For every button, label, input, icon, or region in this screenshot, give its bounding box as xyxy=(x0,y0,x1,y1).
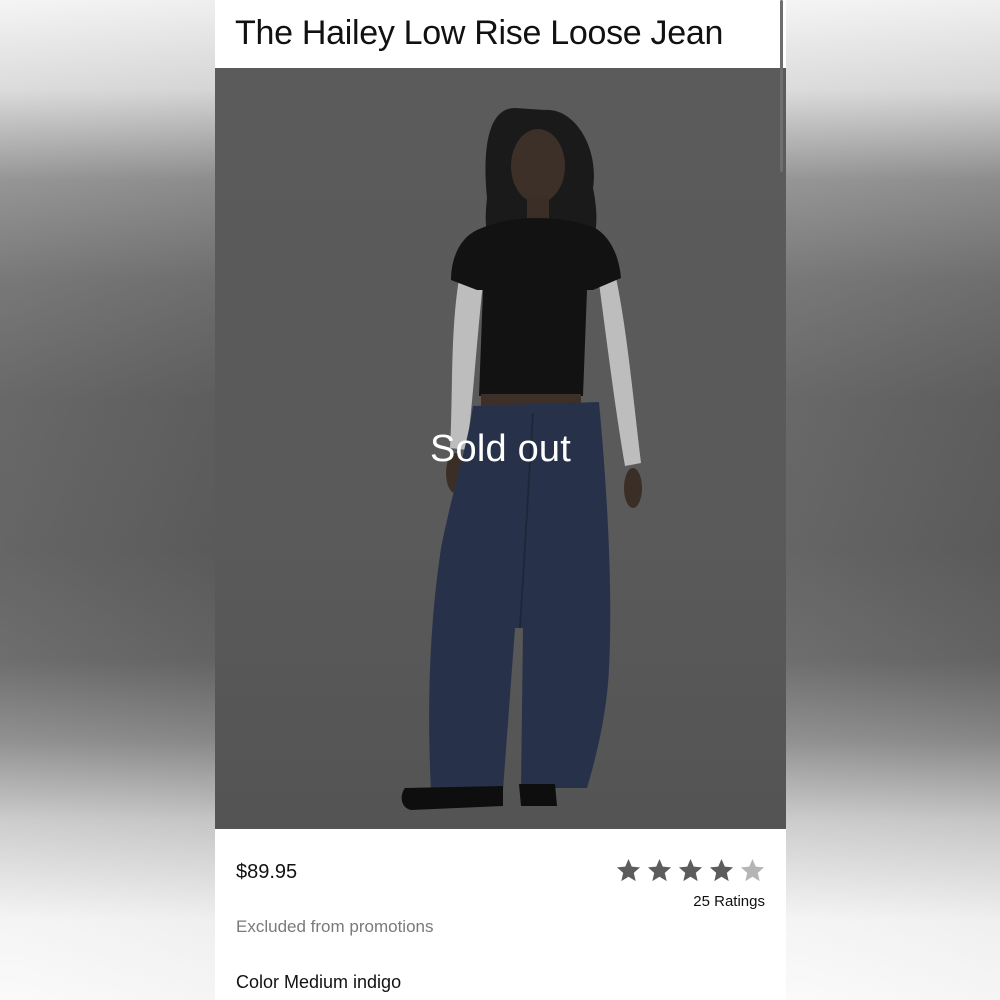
background-blur-right xyxy=(786,0,1000,1000)
star-empty-icon xyxy=(740,859,765,882)
ratings-count[interactable]: 25 Ratings xyxy=(693,893,765,910)
sold-out-overlay: Sold out xyxy=(429,428,572,470)
promotion-note: Excluded from promotions xyxy=(236,917,434,936)
product-page: The Hailey Low Rise Loose Jean Sold out … xyxy=(215,0,786,1000)
scroll-indicator[interactable] xyxy=(780,0,783,172)
star-filled-icon xyxy=(616,859,641,882)
product-image[interactable]: Sold out xyxy=(215,68,786,829)
star-filled-icon xyxy=(678,859,703,882)
rating-stars[interactable] xyxy=(615,857,766,884)
left-shoe xyxy=(401,786,503,810)
right-hand xyxy=(624,468,642,508)
color-label: Color Medium indigo xyxy=(236,972,402,992)
right-shoe xyxy=(519,784,557,806)
star-filled-icon xyxy=(647,859,672,882)
star-filled-icon xyxy=(709,859,734,882)
face xyxy=(511,129,565,203)
title-bar: The Hailey Low Rise Loose Jean xyxy=(215,0,786,68)
product-info: $89.95 25 Ratings Excluded from promotio… xyxy=(215,829,786,1000)
background-blur-left xyxy=(0,0,215,1000)
product-price: $89.95 xyxy=(236,861,298,883)
product-title: The Hailey Low Rise Loose Jean xyxy=(235,14,724,52)
